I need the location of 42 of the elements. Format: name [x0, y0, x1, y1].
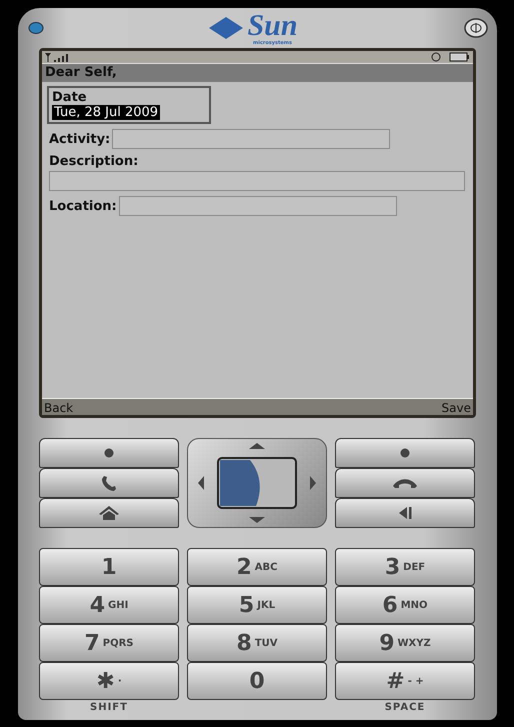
- key-caption: SHIFT: [89, 702, 129, 713]
- field-label: Activity:: [49, 132, 110, 146]
- soft-key[interactable]: [39, 438, 179, 468]
- hang-up-icon: [392, 478, 418, 488]
- back-icon: [398, 506, 412, 520]
- navigation-pad[interactable]: [187, 438, 327, 528]
- keypad-key[interactable]: 0: [187, 662, 327, 700]
- up-arrow-icon: [249, 443, 265, 449]
- left-arrow-icon: [198, 476, 204, 490]
- battery-icon: [430, 52, 470, 62]
- signal-icon: [45, 52, 71, 62]
- screen-title: Dear Self,: [42, 63, 473, 82]
- field-label: Location:: [49, 198, 117, 214]
- keypad-key[interactable]: 1: [39, 548, 179, 586]
- power-icon[interactable]: [464, 18, 488, 38]
- keypad-key[interactable]: #- +: [335, 662, 475, 700]
- input-field[interactable]: [118, 196, 397, 216]
- select-key-icon: [217, 457, 297, 509]
- home-icon: [99, 506, 119, 520]
- phone-icon: [101, 475, 117, 491]
- soft-key[interactable]: [335, 498, 475, 528]
- date-value: Tue, 28 Jul 2009: [52, 105, 160, 120]
- right-arrow-icon: [310, 476, 316, 490]
- soft-key[interactable]: [335, 468, 475, 498]
- dot-icon: [400, 448, 410, 458]
- field-label: Date: [52, 90, 88, 105]
- soft-key[interactable]: [335, 438, 475, 468]
- key-caption: SPACE: [384, 702, 426, 713]
- logo-text: Sun: [247, 10, 298, 40]
- field-label: Description:: [49, 154, 140, 169]
- soft-key-label[interactable]: Back: [44, 401, 74, 415]
- dot-icon: [104, 448, 114, 458]
- soft-key[interactable]: [39, 498, 179, 528]
- soft-key[interactable]: [39, 468, 179, 498]
- date-field[interactable]: Date Tue, 28 Jul 2009: [47, 86, 211, 124]
- down-arrow-icon: [249, 517, 265, 523]
- input-field[interactable]: [49, 171, 465, 191]
- input-field[interactable]: [112, 129, 390, 149]
- logo-icon: [209, 17, 244, 39]
- indicator-light-icon: [28, 22, 44, 34]
- keypad-key[interactable]: ✱·: [39, 662, 179, 700]
- soft-key-label[interactable]: Save: [442, 401, 471, 415]
